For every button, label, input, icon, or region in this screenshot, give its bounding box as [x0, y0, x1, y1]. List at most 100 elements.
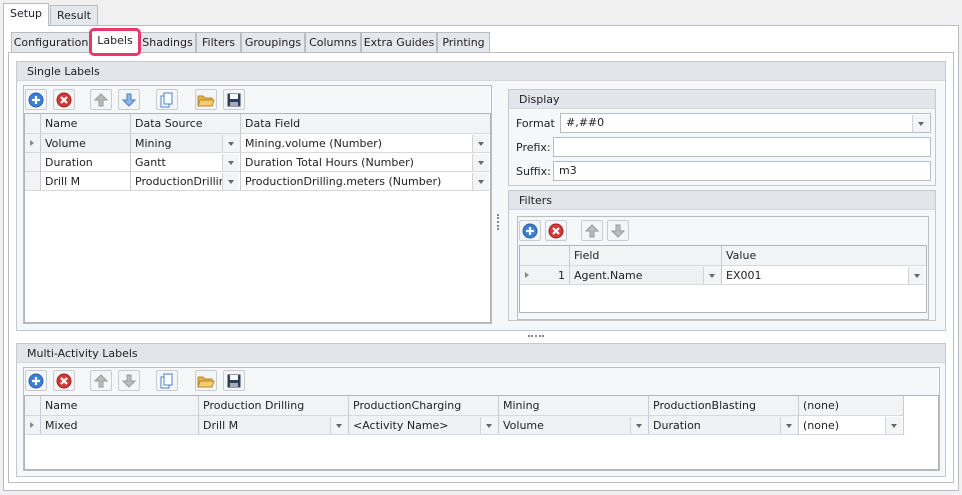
tab-setup[interactable]: Setup: [3, 3, 50, 26]
tab-configuration[interactable]: Configuration: [11, 32, 91, 52]
column-header[interactable]: Production Drilling: [199, 396, 349, 416]
chevron-down-icon[interactable]: [472, 173, 489, 190]
arrow-up-icon: [94, 92, 108, 107]
tab-printing[interactable]: Printing: [437, 32, 490, 52]
tab-filters[interactable]: Filters: [196, 32, 241, 52]
grid-cell[interactable]: Mining.volume (Number): [241, 134, 490, 153]
chevron-down-icon[interactable]: [908, 267, 925, 284]
grid-cell[interactable]: Volume: [41, 134, 131, 153]
move-down-button[interactable]: [118, 370, 140, 391]
delete-button[interactable]: [545, 220, 567, 241]
chevron-down-icon[interactable]: [703, 267, 720, 284]
column-header[interactable]: Value: [722, 246, 926, 266]
row-pointer-icon: [525, 272, 532, 278]
move-down-button[interactable]: [118, 89, 140, 110]
grid-cell[interactable]: EX001: [722, 266, 926, 285]
add-button[interactable]: [25, 370, 47, 391]
filters-grid: Field Value 1 Agent.Name EX001: [519, 245, 927, 313]
vertical-splitter[interactable]: [497, 214, 500, 230]
horizontal-splitter[interactable]: [528, 335, 544, 338]
add-button[interactable]: [25, 89, 47, 110]
column-header[interactable]: ProductionBlasting: [649, 396, 799, 416]
copy-button[interactable]: [156, 89, 178, 110]
format-combo[interactable]: #,##0: [560, 113, 931, 133]
chevron-down-icon[interactable]: [222, 135, 239, 152]
chevron-down-icon[interactable]: [472, 135, 489, 152]
grid-cell[interactable]: <Activity Name>: [349, 416, 499, 435]
cell-value: ProductionDrilling.meters (Number): [245, 175, 442, 188]
grid-cell[interactable]: (none): [799, 416, 904, 435]
column-header[interactable]: Data Source: [131, 114, 241, 134]
row-indicator[interactable]: [25, 134, 41, 153]
row-pointer-icon: [30, 140, 37, 146]
tab-shadings[interactable]: Shadings: [139, 32, 196, 52]
grid-cell[interactable]: Duration: [649, 416, 799, 435]
chevron-down-icon[interactable]: [330, 417, 347, 434]
folder-open-icon: [197, 93, 215, 107]
column-header[interactable]: (none): [799, 396, 904, 416]
add-button[interactable]: [519, 220, 541, 241]
grid-cell[interactable]: Volume: [499, 416, 649, 435]
column-header[interactable]: Name: [41, 396, 199, 416]
save-button[interactable]: [223, 370, 245, 391]
copy-button[interactable]: [156, 370, 178, 391]
chevron-down-icon[interactable]: [472, 154, 489, 171]
column-header[interactable]: Name: [41, 114, 131, 134]
grid-cell[interactable]: ProductionDrilling.meters (Number): [241, 172, 490, 191]
column-header[interactable]: Field: [570, 246, 722, 266]
move-up-button[interactable]: [90, 89, 112, 110]
row-indicator[interactable]: 1: [520, 266, 570, 285]
format-value: #,##0: [566, 116, 605, 129]
grid-cell[interactable]: Agent.Name: [570, 266, 722, 285]
chevron-down-icon[interactable]: [630, 417, 647, 434]
row-indicator-header: [25, 114, 41, 134]
chevron-down-icon[interactable]: [222, 173, 239, 190]
grid-cell[interactable]: Duration: [41, 153, 131, 172]
row-indicator[interactable]: [25, 416, 41, 435]
row-pointer-icon: [30, 422, 37, 428]
grid-cell[interactable]: Mining: [131, 134, 241, 153]
arrow-up-icon: [585, 223, 599, 238]
grid-cell[interactable]: ProductionDrilling: [131, 172, 241, 191]
chevron-down-icon[interactable]: [222, 154, 239, 171]
chevron-down-icon[interactable]: [480, 417, 497, 434]
format-label: Format: [516, 117, 555, 130]
tab-result[interactable]: Result: [50, 5, 98, 25]
delete-button[interactable]: [53, 89, 75, 110]
delete-button[interactable]: [53, 370, 75, 391]
prefix-input[interactable]: [553, 137, 931, 157]
cell-value: ProductionDrilling: [135, 175, 233, 188]
delete-icon: [56, 373, 72, 389]
column-header[interactable]: Data Field: [241, 114, 490, 134]
row-indicator[interactable]: [25, 172, 41, 191]
tab-groupings[interactable]: Groupings: [241, 32, 305, 52]
cell-value: Duration: [653, 419, 701, 432]
grid-cell[interactable]: Mixed: [41, 416, 199, 435]
tab-labels[interactable]: Labels: [89, 28, 141, 56]
single-labels-grid: Name Data Source Data Field Volume Mining Min…: [24, 113, 491, 323]
move-down-button[interactable]: [607, 220, 629, 241]
tab-columns[interactable]: Columns: [305, 32, 361, 52]
move-up-button[interactable]: [581, 220, 603, 241]
save-button[interactable]: [223, 89, 245, 110]
chevron-down-icon[interactable]: [780, 417, 797, 434]
cell-value: Mixed: [45, 419, 78, 432]
grid-cell[interactable]: Drill M: [199, 416, 349, 435]
row-indicator[interactable]: [25, 153, 41, 172]
chevron-down-icon[interactable]: [885, 417, 902, 434]
grid-cell[interactable]: Duration Total Hours (Number): [241, 153, 490, 172]
cell-value: EX001: [726, 269, 762, 282]
open-button[interactable]: [195, 89, 217, 110]
suffix-input[interactable]: m3: [553, 161, 931, 181]
suffix-label: Suffix:: [516, 165, 551, 178]
tab-extra-guides[interactable]: Extra Guides: [361, 32, 437, 52]
open-button[interactable]: [195, 370, 217, 391]
save-icon: [227, 374, 241, 388]
column-header[interactable]: Mining: [499, 396, 649, 416]
column-header[interactable]: ProductionCharging: [349, 396, 499, 416]
grid-cell[interactable]: Drill M: [41, 172, 131, 191]
cell-value: Volume: [45, 137, 86, 150]
move-up-button[interactable]: [90, 370, 112, 391]
grid-cell[interactable]: Gantt: [131, 153, 241, 172]
chevron-down-icon[interactable]: [912, 115, 929, 132]
